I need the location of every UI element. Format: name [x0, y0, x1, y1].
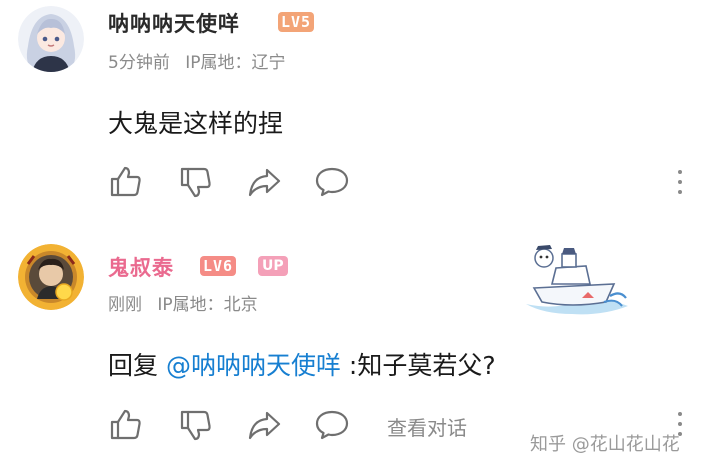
timestamp: 5分钟前 [108, 53, 170, 73]
reply-button[interactable] [314, 407, 350, 443]
level-badge: LV5 [278, 12, 315, 32]
level-badge: LV6 [200, 256, 237, 276]
like-icon [110, 409, 141, 440]
reply-prefix: 回复 [108, 351, 166, 380]
more-button[interactable] [674, 170, 686, 198]
ip-location: IP属地：北京 [157, 295, 258, 315]
like-icon [110, 166, 141, 197]
comment-text: 回复 @呐呐呐天使咩 :知子莫若父? [108, 346, 496, 382]
reply-button[interactable] [314, 164, 350, 200]
share-button[interactable] [246, 407, 282, 443]
like-button[interactable] [108, 164, 144, 200]
timestamp: 刚刚 [108, 295, 142, 315]
reply-icon [315, 410, 349, 440]
more-icon [674, 170, 686, 194]
avatar[interactable] [18, 244, 84, 310]
dislike-icon [180, 410, 211, 441]
comment-1: 呐呐呐天使咩 LV5 5分钟前 IP属地：辽宁 大鬼是这样的捏 [0, 0, 719, 210]
avatar[interactable] [18, 6, 84, 72]
dislike-icon [180, 167, 211, 198]
comment-meta: 5分钟前 IP属地：辽宁 [108, 48, 296, 73]
share-icon [248, 168, 281, 197]
watermark: 知乎 @花山花山花 [530, 434, 680, 455]
comment-text: 大鬼是这样的捏 [108, 109, 284, 138]
dislike-button[interactable] [178, 164, 214, 200]
dislike-button[interactable] [178, 407, 214, 443]
view-thread-link[interactable]: 查看对话 [387, 412, 467, 441]
ip-location: IP属地：辽宁 [185, 53, 286, 73]
comment-meta: 刚刚 IP属地：北京 [108, 290, 268, 315]
share-icon [248, 411, 281, 440]
ship-sticker [522, 240, 632, 320]
reply-body: :知子莫若父? [340, 351, 496, 380]
username[interactable]: 呐呐呐天使咩 [108, 8, 240, 38]
mention-link[interactable]: @呐呐呐天使咩 [166, 351, 341, 380]
reply-icon [315, 167, 349, 197]
up-badge: UP [258, 256, 288, 276]
share-button[interactable] [246, 164, 282, 200]
username[interactable]: 鬼叔泰 [108, 252, 174, 282]
like-button[interactable] [108, 407, 144, 443]
